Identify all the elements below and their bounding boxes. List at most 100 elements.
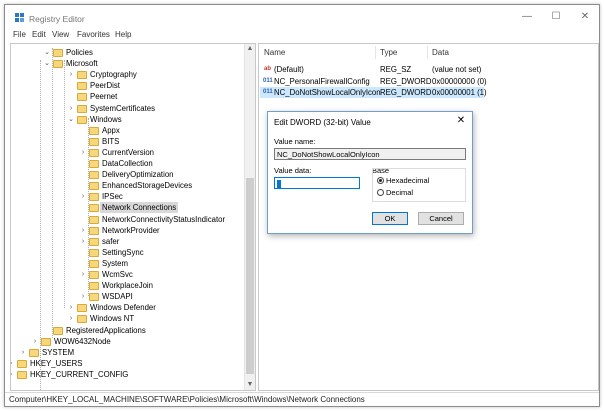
tree-item[interactable]: BITS <box>11 136 245 147</box>
tree-item-label: EnhancedStorageDevices <box>102 181 193 191</box>
tree-item[interactable]: DeliveryOptimization <box>11 169 245 180</box>
tree-item[interactable]: › Cryptography <box>11 69 245 80</box>
tree-item[interactable]: RegisteredApplications <box>11 325 245 336</box>
tree-item-label: SettingSync <box>102 247 144 257</box>
tree-item[interactable]: › WcmSvc <box>11 269 245 280</box>
tree-item[interactable]: NetworkConnectivityStatusIndicator <box>11 214 245 225</box>
column-header-name[interactable]: Name <box>264 48 285 57</box>
chevron-right-icon[interactable]: › <box>79 291 87 302</box>
folder-icon <box>89 137 99 146</box>
folder-icon <box>77 82 87 91</box>
value-row[interactable]: 011 NC_PersonalFirewallConfig REG_DWORD 0x0… <box>260 76 487 87</box>
radio-decimal[interactable]: Decimal <box>377 188 413 197</box>
folder-icon <box>29 348 39 357</box>
close-button[interactable]: ✕ <box>577 10 593 24</box>
scroll-up-arrow-icon[interactable]: ▲ <box>245 44 255 54</box>
cancel-button[interactable]: Cancel <box>418 212 464 225</box>
tree-item-label: SYSTEM <box>42 347 75 357</box>
dialog-title: Edit DWORD (32-bit) Value <box>274 118 371 127</box>
chevron-down-icon[interactable]: ⌄ <box>43 58 51 69</box>
column-separator[interactable] <box>375 46 376 59</box>
column-separator[interactable] <box>427 46 428 59</box>
tree-item[interactable]: WorkplaceJoin <box>11 280 245 291</box>
tree-item[interactable]: Appx <box>11 125 245 136</box>
tree-item[interactable]: › NetworkProvider <box>11 225 245 236</box>
chevron-right-icon[interactable]: › <box>79 191 87 202</box>
menu-edit[interactable]: Edit <box>32 30 46 39</box>
chevron-right-icon[interactable]: › <box>11 358 15 369</box>
value-data-label: Value data: <box>274 166 312 175</box>
tree-item[interactable]: Network Connections <box>11 202 245 214</box>
tree-vertical-scrollbar[interactable]: ▲ ▼ <box>244 44 255 390</box>
tree-item[interactable]: › WSDAPI <box>11 291 245 302</box>
column-header-data[interactable]: Data <box>432 48 449 57</box>
tree-item[interactable]: SettingSync <box>11 247 245 258</box>
chevron-right-icon[interactable]: › <box>67 313 75 324</box>
tree-item-label: Windows NT <box>90 314 135 324</box>
title-bar[interactable]: Registry Editor — ☐ ✕ <box>5 5 599 28</box>
chevron-right-icon[interactable]: › <box>11 369 15 380</box>
tree-item-label: BITS <box>102 136 120 146</box>
chevron-down-icon[interactable]: ⌄ <box>43 47 51 58</box>
tree-item[interactable]: › CurrentVersion <box>11 147 245 158</box>
key-tree-pane[interactable]: ⌄ Policies ⌄ Microsoft › Cryptography PeerDist… <box>10 43 256 391</box>
tree-item[interactable]: System <box>11 258 245 269</box>
folder-icon <box>77 315 87 324</box>
chevron-right-icon[interactable]: › <box>67 69 75 80</box>
tree-item-label: HKEY_CURRENT_CONFIG <box>30 369 129 379</box>
tree-item-label: WSDAPI <box>102 292 133 302</box>
value-row[interactable]: ab (Default) REG_SZ (value not set) <box>260 64 484 75</box>
tree-item[interactable]: DataCollection <box>11 158 245 169</box>
column-header-type[interactable]: Type <box>380 48 397 57</box>
tree-item[interactable]: PeerDist <box>11 80 245 91</box>
chevron-right-icon[interactable]: › <box>67 302 75 313</box>
chevron-right-icon[interactable]: › <box>79 147 87 158</box>
tree-item[interactable]: ⌄ Policies <box>11 47 245 58</box>
folder-icon <box>89 182 99 191</box>
tree-item[interactable]: › Windows NT <box>11 313 245 324</box>
tree-item[interactable]: Peernet <box>11 91 245 102</box>
edit-dword-dialog: Edit DWORD (32-bit) Value ✕ Value name: … <box>267 111 473 234</box>
tree-item[interactable]: › Windows Defender <box>11 302 245 313</box>
tree-item[interactable]: ⌄ Windows <box>11 114 245 125</box>
value-type: REG_DWORD <box>380 88 432 97</box>
scroll-down-arrow-icon[interactable]: ▼ <box>245 380 255 390</box>
radio-hexadecimal[interactable]: Hexadecimal <box>377 176 429 185</box>
chevron-right-icon[interactable]: › <box>79 269 87 280</box>
folder-icon <box>89 237 99 246</box>
maximize-button[interactable]: ☐ <box>548 10 564 24</box>
menu-view[interactable]: View <box>52 30 69 39</box>
tree-item[interactable]: ⌄ Microsoft <box>11 58 245 69</box>
chevron-right-icon[interactable]: › <box>19 347 27 358</box>
tree-item[interactable]: › IPSec <box>11 191 245 202</box>
value-name: NC_DoNotShowLocalOnlyIcon <box>274 88 381 97</box>
window-title: Registry Editor <box>29 14 85 24</box>
menu-help[interactable]: Help <box>115 30 131 39</box>
tree-item[interactable]: › HKEY_CURRENT_CONFIG <box>11 369 245 380</box>
tree-item[interactable]: › HKEY_USERS <box>11 358 245 369</box>
chevron-down-icon[interactable]: ⌄ <box>67 114 75 125</box>
value-name-field: NC_DoNotShowLocalOnlyIcon <box>274 148 466 160</box>
tree-item[interactable]: › safer <box>11 236 245 247</box>
tree-item-label: CurrentVersion <box>102 147 155 157</box>
ok-button[interactable]: OK <box>372 212 408 225</box>
tree-item-label: Appx <box>102 125 120 135</box>
menu-favorites[interactable]: Favorites <box>77 30 110 39</box>
tree-item[interactable]: › WOW6432Node <box>11 336 245 347</box>
tree-item-label: Microsoft <box>66 59 98 69</box>
chevron-right-icon[interactable]: › <box>31 336 39 347</box>
scrollbar-thumb[interactable] <box>246 178 254 374</box>
minimize-button[interactable]: — <box>519 10 535 24</box>
chevron-right-icon[interactable]: › <box>79 236 87 247</box>
chevron-right-icon[interactable]: › <box>67 103 75 114</box>
value-row[interactable]: 011 NC_DoNotShowLocalOnlyIcon REG_DWORD 0x0… <box>260 87 487 98</box>
chevron-right-icon[interactable]: › <box>79 225 87 236</box>
tree-item-label: NetworkProvider <box>102 225 160 235</box>
tree-item[interactable]: › SystemCertificates <box>11 103 245 114</box>
dialog-close-button[interactable]: ✕ <box>454 115 468 127</box>
tree-item[interactable]: EnhancedStorageDevices <box>11 180 245 191</box>
menu-file[interactable]: File <box>13 30 26 39</box>
value-data-input[interactable]: 1 <box>274 177 360 189</box>
tree-item[interactable]: › SYSTEM <box>11 347 245 358</box>
folder-icon <box>17 359 27 368</box>
